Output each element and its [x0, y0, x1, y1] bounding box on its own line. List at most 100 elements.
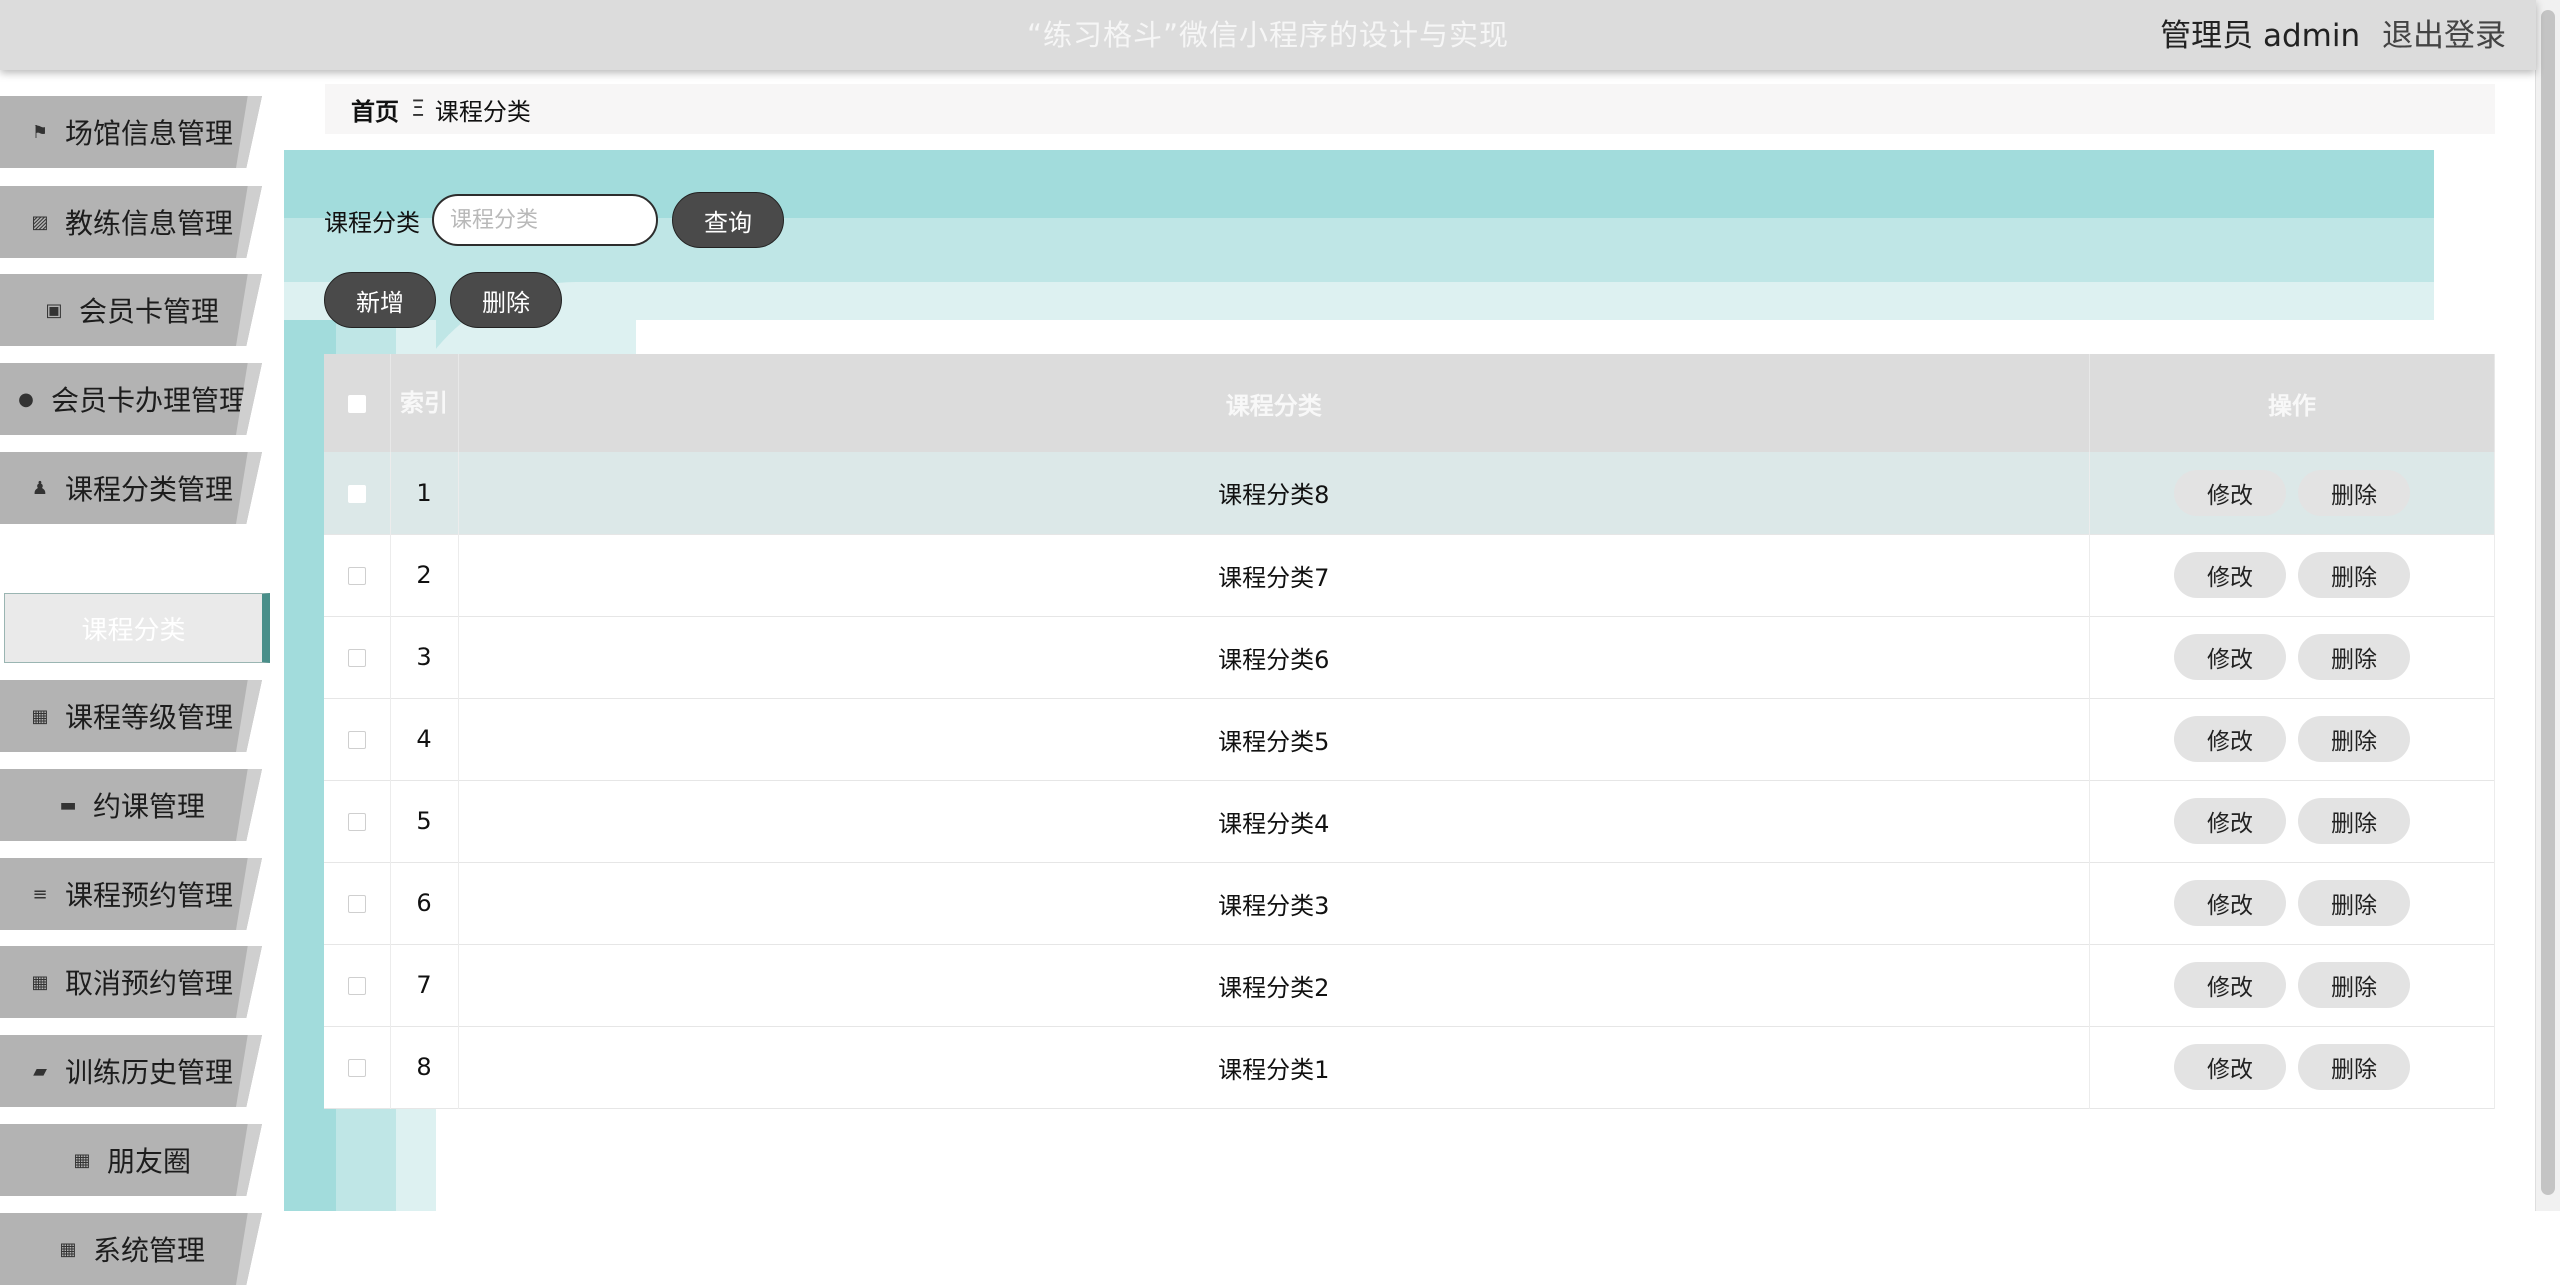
sidebar-item-label: 课程分类管理 — [64, 473, 233, 506]
row-checkbox[interactable] — [347, 649, 366, 667]
sidebar-item-label: 教练信息管理 — [64, 207, 233, 240]
delete-button[interactable]: 删除 — [2298, 798, 2410, 844]
sidebar-item-reservation[interactable]: ≡ 课程预约管理 — [0, 858, 262, 930]
breadcrumb-current: 课程分类 — [434, 97, 531, 126]
sidebar-item-coach[interactable]: ▨ 教练信息管理 — [0, 186, 262, 258]
grid-icon: ▦ — [59, 1238, 77, 1260]
table-row[interactable]: 7 课程分类2 修改 删除 — [324, 944, 2495, 1026]
row-checkbox[interactable] — [347, 484, 366, 503]
grid-icon: ▦ — [31, 705, 49, 727]
sidebar-item-label: 约课管理 — [92, 790, 205, 823]
row-checkbox[interactable] — [347, 567, 366, 585]
list-icon: ≡ — [32, 883, 48, 905]
menu-stripe — [236, 1035, 262, 1107]
search-label: 课程分类 — [324, 208, 420, 237]
scroll-thumb[interactable] — [2541, 10, 2555, 1195]
sidebar-item-history[interactable]: ▰ 训练历史管理 — [0, 1035, 262, 1107]
row-index: 6 — [390, 862, 459, 944]
delete-button[interactable]: 删除 — [2298, 469, 2410, 516]
batch-delete-button[interactable]: 删除 — [450, 272, 562, 328]
app-title: “练习格斗”微信小程序的设计与实现 — [1026, 18, 1510, 52]
menu-stripe — [236, 858, 262, 930]
edit-button[interactable]: 修改 — [2174, 716, 2286, 762]
action-bar: 新增 删除 — [324, 272, 562, 328]
sidebar-item-venue[interactable]: ⚑ 场馆信息管理 — [0, 96, 262, 168]
edit-button[interactable]: 修改 — [2174, 1044, 2286, 1090]
row-index: 1 — [390, 452, 459, 534]
submenu-item-course-category[interactable]: 课程分类 — [4, 593, 270, 663]
sidebar-item-label: 会员卡办理管理 — [50, 384, 247, 417]
sidebar-item-label: 场馆信息管理 — [64, 117, 233, 150]
table-row[interactable]: 8 课程分类1 修改 删除 — [324, 1026, 2495, 1108]
row-category: 课程分类6 — [458, 616, 2090, 698]
search-input[interactable] — [432, 194, 658, 246]
table-row[interactable]: 6 课程分类3 修改 删除 — [324, 862, 2495, 944]
table-row[interactable]: 4 课程分类5 修改 删除 — [324, 698, 2495, 780]
add-button[interactable]: 新增 — [324, 272, 436, 328]
sidebar-item-label: 会员卡管理 — [78, 295, 219, 328]
row-ops: 修改 删除 — [2089, 452, 2495, 534]
delete-button[interactable]: 删除 — [2298, 1044, 2410, 1090]
edit-button[interactable]: 修改 — [2174, 634, 2286, 680]
row-ops: 修改 删除 — [2089, 780, 2495, 862]
top-bar: “练习格斗”微信小程序的设计与实现 管理员 admin 退出登录 — [0, 0, 2536, 70]
delete-button[interactable]: 删除 — [2298, 962, 2410, 1008]
delete-button[interactable]: 删除 — [2298, 634, 2410, 680]
row-checkbox[interactable] — [347, 1059, 366, 1077]
category-header: 课程分类 — [458, 354, 2090, 452]
row-index: 4 — [390, 698, 459, 780]
breadcrumb-separator-icon: Ξ — [411, 96, 425, 122]
sidebar-item-member-card[interactable]: ▣ 会员卡管理 — [0, 274, 262, 346]
select-all-checkbox[interactable] — [347, 395, 366, 413]
grid-icon: ▦ — [31, 971, 49, 993]
sidebar-item-system[interactable]: ▦ 系统管理 — [0, 1213, 262, 1285]
table-row[interactable]: 3 课程分类6 修改 删除 — [324, 616, 2495, 698]
row-select-cell — [324, 698, 391, 780]
sidebar-item-label: 训练历史管理 — [64, 1056, 233, 1089]
table-row[interactable]: 1 课程分类8 修改 删除 — [324, 452, 2495, 534]
search-bar: 课程分类 查询 — [324, 192, 784, 248]
row-ops: 修改 删除 — [2089, 698, 2495, 780]
breadcrumb: 首页 Ξ 课程分类 — [325, 84, 2495, 134]
sidebar-item-booking[interactable]: ▬ 约课管理 — [0, 769, 262, 841]
row-checkbox[interactable] — [347, 731, 366, 749]
row-ops: 修改 删除 — [2089, 944, 2495, 1026]
sidebar-item-course-level[interactable]: ▦ 课程等级管理 — [0, 680, 262, 752]
edit-button[interactable]: 修改 — [2174, 880, 2286, 926]
sidebar-item-card-apply[interactable]: ● 会员卡办理管理 — [0, 363, 262, 435]
menu-stripe — [236, 96, 262, 168]
scrollbar[interactable] — [2535, 0, 2560, 1211]
edit-button[interactable]: 修改 — [2174, 962, 2286, 1008]
menu-stripe — [236, 680, 262, 752]
row-checkbox[interactable] — [347, 813, 366, 831]
row-ops: 修改 删除 — [2089, 862, 2495, 944]
sidebar-item-course-category[interactable]: ♟ 课程分类管理 — [0, 452, 262, 524]
logout-link[interactable]: 退出登录 — [2382, 18, 2506, 54]
row-category: 课程分类1 — [458, 1026, 2090, 1108]
row-category: 课程分类3 — [458, 862, 2090, 944]
sidebar-item-cancel[interactable]: ▦ 取消预约管理 — [0, 946, 262, 1018]
edit-button[interactable]: 修改 — [2174, 469, 2286, 516]
delete-button[interactable]: 删除 — [2298, 716, 2410, 762]
sidebar-item-moments[interactable]: ▦ 朋友圈 — [0, 1124, 262, 1196]
table-row[interactable]: 2 课程分类7 修改 删除 — [324, 534, 2495, 616]
index-header: 索引 — [390, 354, 459, 452]
row-index: 2 — [390, 534, 459, 616]
row-checkbox[interactable] — [347, 895, 366, 913]
edit-button[interactable]: 修改 — [2174, 798, 2286, 844]
table-row[interactable]: 5 课程分类4 修改 删除 — [324, 780, 2495, 862]
flag-icon: ⚑ — [31, 121, 49, 143]
menu-stripe — [236, 274, 262, 346]
sidebar-item-label: 课程预约管理 — [64, 879, 233, 912]
delete-button[interactable]: 删除 — [2298, 552, 2410, 598]
breadcrumb-home[interactable]: 首页 — [351, 92, 399, 127]
row-index: 3 — [390, 616, 459, 698]
row-checkbox[interactable] — [347, 977, 366, 995]
search-button[interactable]: 查询 — [672, 192, 784, 248]
sidebar: ⚑ 场馆信息管理 ▨ 教练信息管理 ▣ 会员卡管理 ● 会员卡办理管理 ♟ 课程… — [0, 88, 284, 1285]
table-header-row: 索引 课程分类 操作 — [324, 354, 2495, 452]
edit-button[interactable]: 修改 — [2174, 552, 2286, 598]
row-select-cell — [324, 780, 391, 862]
menu-stripe — [236, 452, 262, 524]
delete-button[interactable]: 删除 — [2298, 880, 2410, 926]
